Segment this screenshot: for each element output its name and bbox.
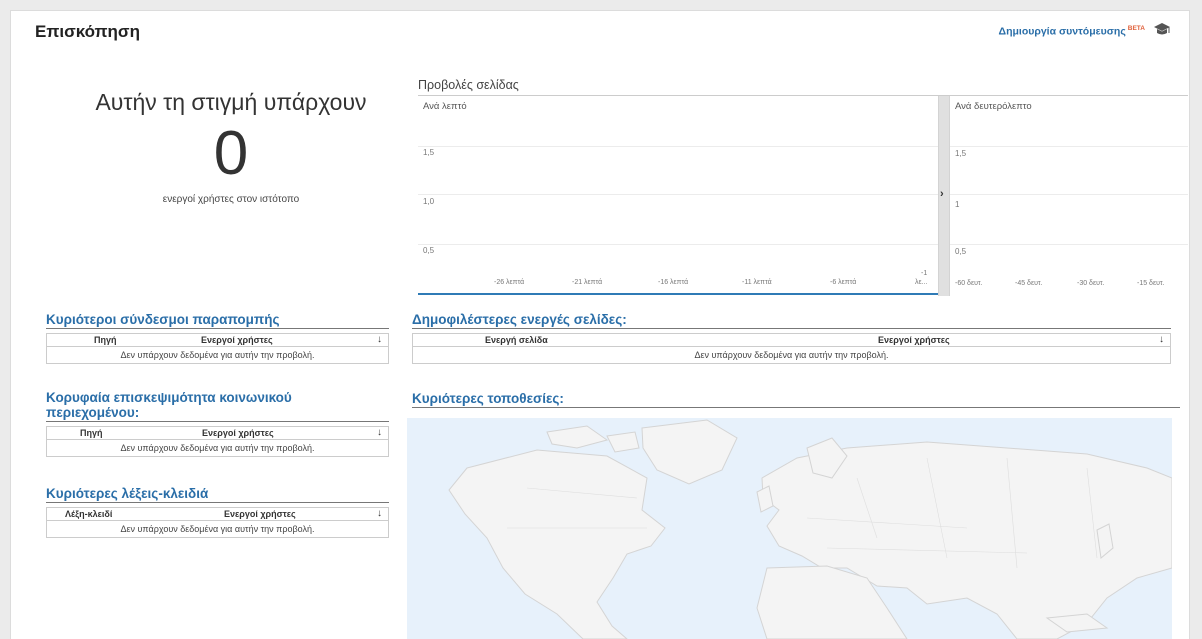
x-tick-label: -26 λεπτά — [494, 279, 525, 286]
x-tick-label: -16 λεπτά — [658, 279, 689, 286]
sort-arrow-icon[interactable]: ↓ — [1159, 334, 1164, 345]
column-header-keyword[interactable]: Λέξη-κλειδί — [65, 509, 112, 519]
y-tick-label: 1,0 — [423, 197, 435, 206]
gridline — [950, 194, 1188, 195]
gridline — [950, 146, 1188, 147]
x-tick-label: -6 λεπτά — [830, 279, 857, 286]
y-tick-label: 0,5 — [423, 246, 435, 255]
social-title-line: περιεχομένου: — [46, 405, 140, 420]
per-second-chart: Ανά δευτερόλεπτο 1,5 1 0,5 -60 δευτ. -45… — [950, 96, 1188, 296]
keywords-table: Λέξη-κλειδί Ενεργοί χρήστες ↓ Δεν υπάρχο… — [46, 507, 389, 538]
keywords-title: Κυριότερες λέξεις-κλειδιά — [46, 486, 389, 503]
y-tick-label: 1 — [955, 200, 960, 209]
column-header-active-users[interactable]: Ενεργοί χρήστες — [878, 335, 950, 345]
referrals-table: Πηγή Ενεργοί χρήστες ↓ Δεν υπάρχουν δεδο… — [46, 333, 389, 364]
per-second-label: Ανά δευτερόλεπτο — [955, 101, 1032, 112]
empty-row: Δεν υπάρχουν δεδομένα για αυτήν την προβ… — [120, 350, 315, 360]
x-tick-label: -45 δευτ. — [1015, 280, 1043, 287]
pageviews-title: Προβολές σελίδας — [418, 78, 519, 92]
referrals-title: Κυριότεροι σύνδεσμοι παραπομπής — [46, 312, 389, 329]
sort-arrow-icon[interactable]: ↓ — [377, 427, 382, 438]
world-map-graphic[interactable] — [407, 418, 1172, 639]
active-users-count: 0 — [213, 119, 249, 188]
pageviews-charts: Ανά λεπτό 1,5 1,0 0,5 -26 λεπτά -21 λεπτ… — [418, 95, 1188, 296]
empty-row: Δεν υπάρχουν δεδομένα για αυτήν την προβ… — [120, 443, 315, 453]
active-pages-table: Ενεργή σελίδα Ενεργοί χρήστες ↓ Δεν υπάρ… — [412, 333, 1171, 364]
sort-arrow-icon[interactable]: ↓ — [377, 508, 382, 519]
chevron-right-icon[interactable]: › — [940, 188, 944, 200]
active-users-headline: Αυτήν τη στιγμή υπάρχουν — [95, 89, 367, 115]
table-header: Πηγή Ενεργοί χρήστες ↓ — [47, 427, 388, 440]
page-title: Επισκόπηση — [35, 22, 140, 41]
per-minute-chart: Ανά λεπτό 1,5 1,0 0,5 -26 λεπτά -21 λεπτ… — [418, 96, 938, 296]
table-header: Ενεργή σελίδα Ενεργοί χρήστες ↓ — [413, 334, 1170, 347]
per-minute-label: Ανά λεπτό — [423, 101, 467, 112]
table-header: Λέξη-κλειδί Ενεργοί χρήστες ↓ — [47, 508, 388, 521]
gridline — [418, 244, 938, 245]
column-header-source[interactable]: Πηγή — [80, 428, 103, 438]
y-tick-label: 1,5 — [955, 149, 967, 158]
per-minute-series-line — [418, 293, 938, 295]
table-header: Πηγή Ενεργοί χρήστες ↓ — [47, 334, 388, 347]
social-table: Πηγή Ενεργοί χρήστες ↓ Δεν υπάρχουν δεδο… — [46, 426, 389, 457]
x-tick-label: λε... — [915, 279, 928, 286]
empty-row: Δεν υπάρχουν δεδομένα για αυτήν την προβ… — [120, 524, 315, 534]
x-tick-label: -1 — [921, 270, 928, 277]
sort-arrow-icon[interactable]: ↓ — [377, 334, 382, 345]
column-header-active-users[interactable]: Ενεργοί χρήστες — [202, 428, 274, 438]
x-tick-label: -11 λεπτά — [742, 279, 772, 286]
create-shortcut-label[interactable]: Δημιουργία συντόμευσης — [999, 26, 1126, 38]
create-shortcut-link[interactable]: Δημιουργία συντόμευσης BETA — [999, 25, 1145, 38]
gridline — [418, 146, 938, 147]
beta-badge: BETA — [1127, 25, 1145, 32]
column-header-active-page[interactable]: Ενεργή σελίδα — [485, 335, 548, 345]
column-header-active-users[interactable]: Ενεργοί χρήστες — [201, 335, 273, 345]
x-tick-label: -30 δευτ. — [1077, 280, 1105, 287]
gridline — [418, 194, 938, 195]
social-title: Κορυφαία επισκεψιμότητα κοινωνικού περιε… — [46, 390, 389, 422]
column-header-active-users[interactable]: Ενεργοί χρήστες — [224, 509, 296, 519]
social-title-line: Κορυφαία επισκεψιμότητα κοινωνικού — [46, 390, 292, 405]
active-users-panel: Αυτήν τη στιγμή υπάρχουν 0 ενεργοί χρήστ… — [41, 71, 421, 205]
x-tick-label: -15 δευτ. — [1137, 280, 1165, 287]
x-tick-label: -21 λεπτά — [572, 279, 603, 286]
locations-title: Κυριότερες τοποθεσίες: — [412, 391, 1180, 408]
active-pages-title: Δημοφιλέστερες ενεργές σελίδες: — [412, 312, 1171, 329]
empty-row: Δεν υπάρχουν δεδομένα για αυτήν την προβ… — [694, 350, 889, 360]
column-header-source[interactable]: Πηγή — [94, 335, 117, 345]
world-map[interactable] — [407, 418, 1172, 639]
gridline — [950, 244, 1188, 245]
x-tick-label: -60 δευτ. — [955, 280, 983, 287]
y-tick-label: 1,5 — [423, 148, 435, 157]
y-tick-label: 0,5 — [955, 247, 967, 256]
graduation-cap-icon[interactable] — [1153, 21, 1171, 37]
active-users-subtitle: ενεργοί χρήστες στον ιστότοπο — [162, 194, 300, 205]
